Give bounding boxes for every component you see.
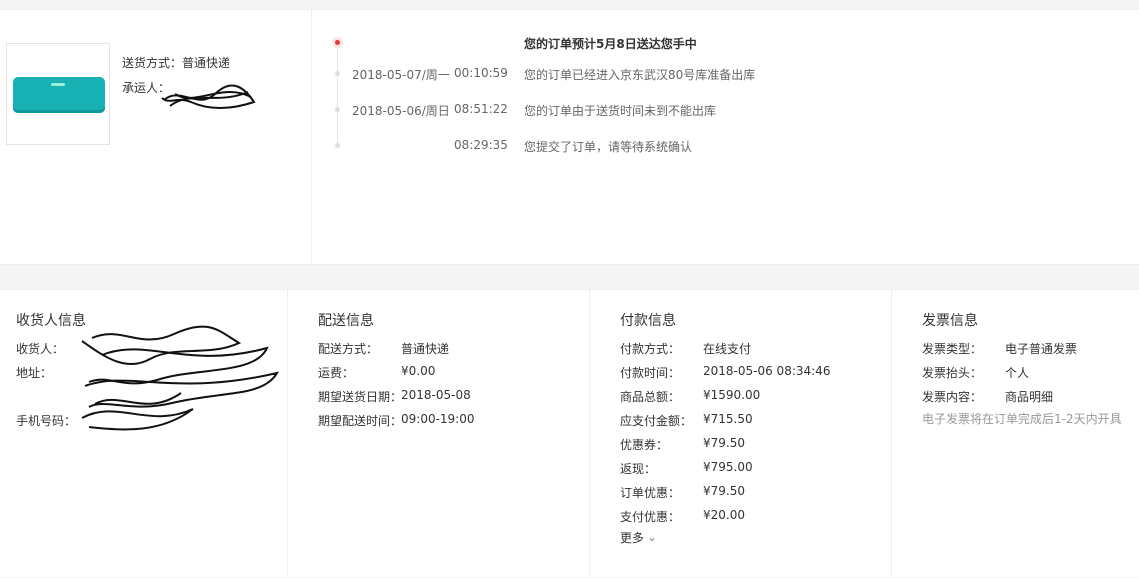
payment-method-value: 在线支付 (703, 342, 752, 356)
chevron-down-icon[interactable]: ⌄ (647, 530, 657, 544)
expected-time-value: 09:00-19:00 (401, 412, 475, 426)
order-goods-summary: 送货方式：普通快递 承运人： (0, 10, 312, 266)
timeline-dot (335, 71, 340, 76)
tracking-step-text: 您提交了订单，请等待系统确认 (524, 140, 693, 154)
coupon-value: ¥79.50 (703, 436, 745, 450)
receiver-name-label: 收货人： (16, 342, 65, 356)
tracking-step-time: 00:10:59 (454, 66, 508, 80)
invoice-content-label: 发票内容： (922, 390, 983, 404)
payment-method-label: 付款方式： (620, 342, 681, 356)
timeline-active-dot (335, 40, 340, 45)
expected-time-label: 期望配送时间： (318, 414, 403, 428)
cashback-label: 返现： (620, 462, 657, 476)
receiver-redaction (81, 325, 280, 431)
order-discount-label: 订单优惠： (620, 486, 681, 500)
goods-total-label: 商品总额： (620, 390, 681, 404)
timeline-line (337, 43, 338, 147)
delivery-title: 配送信息 (318, 313, 374, 329)
invoice-title: 发票信息 (922, 313, 978, 329)
receiver-address-label: 地址： (16, 366, 53, 380)
coupon-label: 优惠券： (620, 438, 669, 452)
payment-time-value: 2018-05-06 08:34:46 (703, 364, 831, 378)
delivery-fee-value: ¥0.00 (401, 364, 436, 378)
expected-date-value: 2018-05-08 (401, 388, 471, 402)
wallet-image (13, 77, 105, 113)
more-label[interactable]: 更多 (620, 529, 644, 546)
payable-value: ¥715.50 (703, 412, 753, 426)
receiver-info: 收货人信息 收货人： 地址： 手机号码： (0, 290, 288, 578)
timeline-dot (335, 107, 340, 112)
delivery-fee-label: 运费： (318, 366, 355, 380)
expected-date-label: 期望送货日期： (318, 390, 403, 404)
invoice-note: 电子发票将在订单完成后1-2天内开具 (922, 412, 1122, 426)
invoice-header-value: 个人 (1005, 366, 1030, 380)
tracking-step-time: 08:29:35 (454, 138, 508, 152)
tracking-step-time: 08:51:22 (454, 102, 508, 116)
cashback-value: ¥795.00 (703, 460, 753, 474)
payable-label: 应支付金额： (620, 414, 693, 428)
tracking-timeline: 您的订单预计5月8日送达您手中 2018-05-07/周一 00:10:59 您… (312, 10, 1139, 266)
timeline-dot (335, 143, 340, 148)
shipping-method: 送货方式：普通快递 (122, 56, 231, 70)
pay-discount-value: ¥20.00 (703, 508, 745, 522)
tracking-step-text: 您的订单已经进入京东武汉80号库准备出库 (524, 68, 756, 82)
goods-total-value: ¥1590.00 (703, 388, 761, 402)
tracking-step-text: 您的订单由于送货时间未到不能出库 (524, 104, 717, 118)
order-tracking-panel: 送货方式：普通快递 承运人： 您的订单预计5月8日送达您手中 2018-05-0… (0, 9, 1139, 266)
more-link[interactable]: 更多 ⌄ (620, 529, 657, 546)
order-discount-value: ¥79.50 (703, 484, 745, 498)
receiver-title: 收货人信息 (16, 313, 86, 329)
redaction-scribble (161, 84, 256, 110)
invoice-content-value: 商品明细 (1005, 390, 1054, 404)
tracking-step-text: 您的订单预计5月8日送达您手中 (524, 37, 697, 51)
invoice-info: 发票信息 发票类型： 电子普通发票 发票抬头： 个人 发票内容： 商品明细 电子… (892, 290, 1139, 578)
delivery-method-label: 配送方式： (318, 342, 379, 356)
delivery-info: 配送信息 配送方式： 普通快递 运费： ¥0.00 期望送货日期： 2018-0… (288, 290, 590, 578)
invoice-type-label: 发票类型： (922, 342, 983, 356)
receiver-phone-label: 手机号码： (16, 414, 77, 428)
pay-discount-label: 支付优惠： (620, 510, 681, 524)
payment-title: 付款信息 (620, 313, 676, 329)
order-info-panel: 收货人信息 收货人： 地址： 手机号码： 配送信息 配送方式： 普通快递 运费：… (0, 289, 1139, 578)
invoice-header-label: 发票抬头： (922, 366, 983, 380)
tracking-step-date: 2018-05-06/周日 (352, 104, 450, 118)
product-thumbnail[interactable] (6, 43, 110, 145)
invoice-type-value: 电子普通发票 (1005, 342, 1078, 356)
payment-time-label: 付款时间： (620, 366, 681, 380)
tracking-step-date: 2018-05-07/周一 (352, 68, 450, 82)
delivery-method-value: 普通快递 (401, 342, 450, 356)
